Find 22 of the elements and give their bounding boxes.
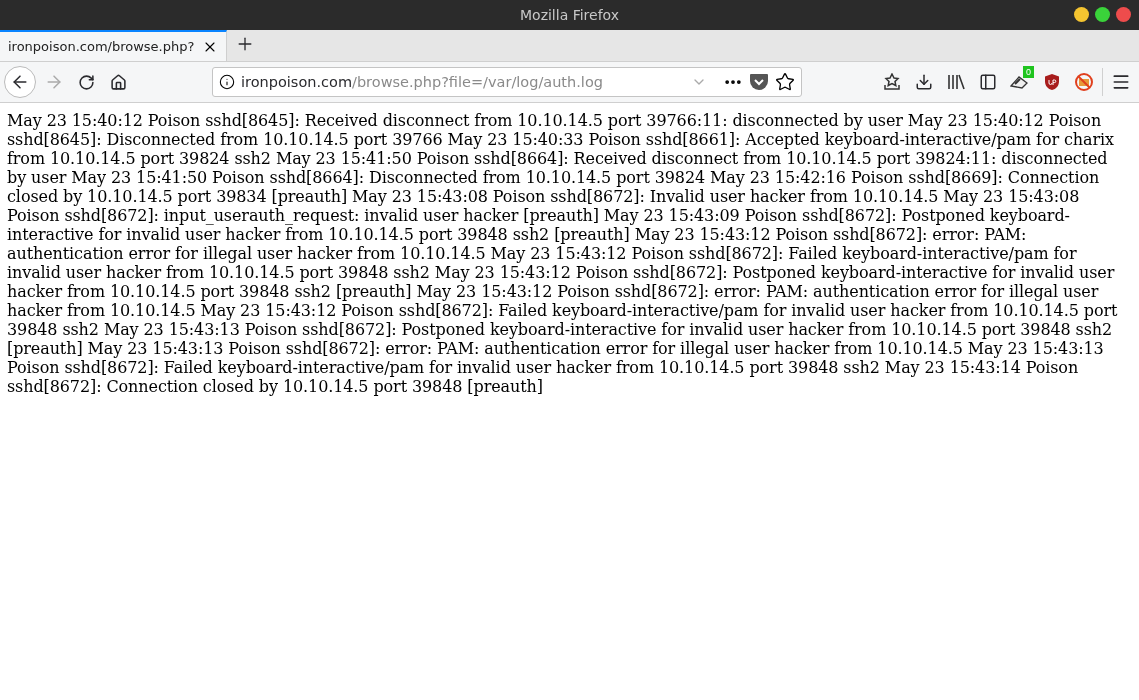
bookmark-star-icon[interactable]	[775, 72, 795, 92]
pocket-icon[interactable]	[749, 73, 769, 91]
window-title: Mozilla Firefox	[520, 7, 619, 23]
close-button[interactable]	[1116, 7, 1131, 22]
reload-icon	[77, 73, 95, 91]
back-button[interactable]	[4, 66, 36, 98]
minimize-button[interactable]	[1074, 7, 1089, 22]
address-bar[interactable]: ironpoison.com/browse.php?file=/var/log/auth.log	[212, 67, 802, 97]
info-icon[interactable]	[219, 74, 235, 90]
star-tray-icon	[883, 73, 901, 91]
download-icon	[915, 73, 933, 91]
maximize-button[interactable]	[1095, 7, 1110, 22]
shield-icon	[1044, 73, 1060, 91]
library-icon	[947, 74, 965, 90]
menu-icon	[1111, 72, 1131, 92]
count-badge: 0	[1023, 66, 1034, 78]
log-text: May 23 15:40:12 Poison sshd[8645]: Received disconnect from 10.10.14.5 port 39766:11: disconnected by user May 23 15:40:12 Poison sshd[8645]: Disconnected from 10.10.14.5 port 39766 May 23 15:40:33 Poison sshd[8661]: Accepted keyboard-interactive/pam for charix from 10.10.14.5 port 39824 ssh2 May 23 15:41:50 Poison sshd[8664]: Received disconnect from 10.10.14.5 port 39824:11: disconnected by user May 23 15:41:50 Poison sshd[8664]: Disconnected from 10.10.14.5 port 39824 May 23 15:42:16 Poison sshd[8669]: Connection closed by 10.10.14.5 port 39834 [preauth] May 23 15:43:08 Poison sshd[8672]: Invalid user hacker from 10.10.14.5 May 23 15:43:08 Poison sshd[8672]: input_userauth_request: invalid user hacker [preauth] May 23 15:43:09 Poison sshd[8672]: Postponed keyboard-interactive for invalid user hacker from 10.10.14.5 port 39848 ssh2 [preauth] May 23 15:43:12 Poison sshd[8672]: error: PAM: authentication error for illegal user hacker from 10.10.14.5 May 23 15:43:12 Poison sshd[8672]: Failed keyboard-interactive/pam for invalid user hacker from 10.10.14.5 port 39848 ssh2 May 23 15:43:12 Poison sshd[8672]: Postponed keyboard-interactive for invalid user hacker from 10.10.14.5 port 39848 ssh2 [preauth] May 23 15:43:12 Poison sshd[8672]: error: PAM: authentication error for illegal user hacker from 10.10.14.5 May 23 15:43:12 Poison sshd[8672]: Failed keyboard-interactive/pam for invalid user hacker from 10.10.14.5 port 39848 ssh2 May 23 15:43:13 Poison sshd[8672]: Postponed keyboard-interactive for invalid user hacker from 10.10.14.5 port 39848 ssh2 [preauth] May 23 15:43:13 Poison sshd[8672]: error: PAM: authentication error for illegal user hacker from 10.10.14.5 May 23 15:43:13 Poison sshd[8672]: Failed keyboard-interactive/pam for invalid user hacker from 10.10.14.5 port 39848 ssh2 May 23 15:43:14 Poison sshd[8672]: Connection closed by 10.10.14.5 port 39848 [preauth]	[7, 111, 1119, 396]
home-icon	[109, 73, 127, 91]
browser-tab[interactable]: ironpoison.com/browse.php?	[0, 30, 228, 61]
url-text: ironpoison.com/browse.php?file=/var/log/auth.log	[241, 74, 604, 90]
prohibited-icon	[1074, 72, 1094, 92]
sidebar-icon	[979, 73, 997, 91]
